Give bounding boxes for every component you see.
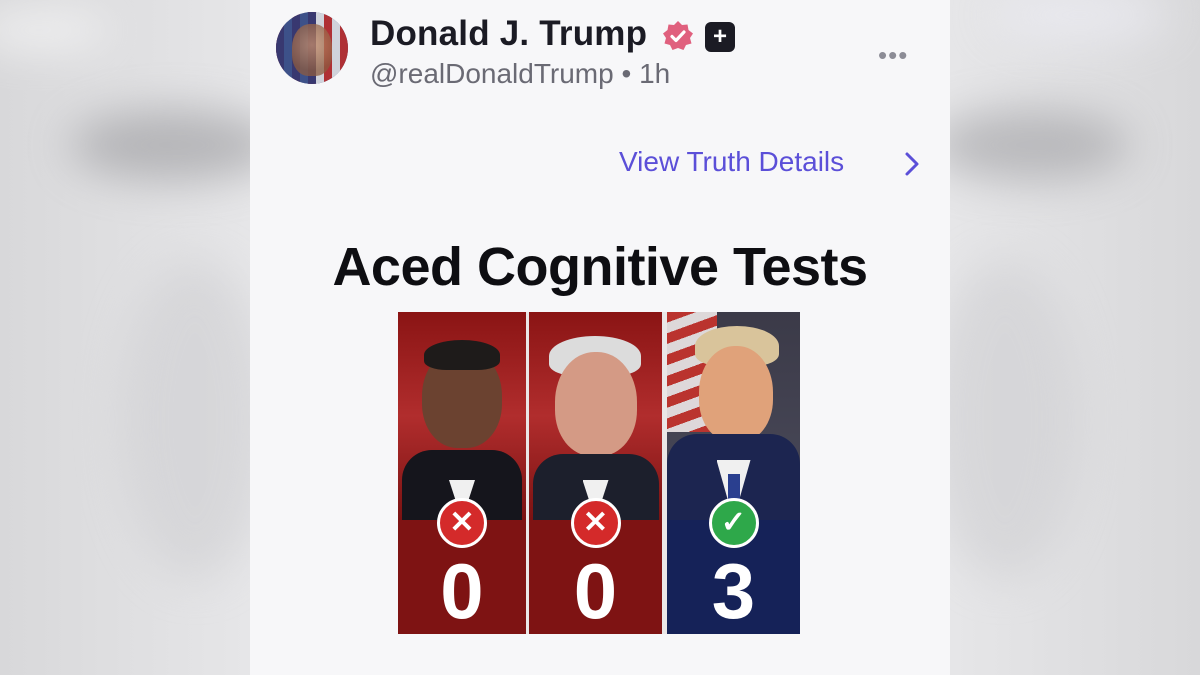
score-area: ✕ 0 [529, 498, 662, 634]
candidate-photo [398, 312, 526, 520]
fail-x-icon: ✕ [437, 498, 487, 548]
fail-x-icon: ✕ [570, 498, 621, 548]
score-area: ✓ 3 [667, 498, 800, 634]
separator-dot: • [621, 58, 640, 89]
score-value: 0 [440, 547, 484, 634]
score-value: 3 [711, 547, 756, 634]
avatar[interactable] [276, 12, 348, 84]
pass-check-icon: ✓ [708, 498, 759, 548]
author-handle[interactable]: @realDonaldTrump [370, 58, 614, 89]
post-graphic-title: Aced Cognitive Tests [332, 237, 868, 297]
post-time: 1h [639, 58, 671, 89]
candidate-card: ✓ 3 [667, 312, 800, 634]
view-truth-details-link[interactable]: View Truth Details [619, 146, 844, 178]
candidate-photo [529, 312, 662, 520]
candidate-card: ✕ 0 [529, 312, 662, 634]
post-panel: Donald J. Trump + @realDonaldTrump • 1h … [250, 0, 950, 675]
blurred-background-left [0, 0, 250, 675]
blurred-background-right [950, 0, 1200, 675]
author-name[interactable]: Donald J. Trump [370, 14, 647, 54]
chevron-right-icon[interactable] [902, 150, 922, 178]
candidate-photo [667, 312, 800, 520]
score-value: 0 [573, 547, 618, 634]
verified-badge-icon [663, 21, 693, 50]
post-image[interactable]: ✕ 0 ✕ 0 ✓ 3 [398, 312, 800, 634]
author-handle-line: @realDonaldTrump • 1h [370, 58, 670, 90]
more-options-icon[interactable]: ••• [878, 40, 908, 71]
candidate-card: ✕ 0 [398, 312, 526, 634]
score-area: ✕ 0 [398, 498, 526, 634]
plus-badge-icon: + [705, 22, 735, 52]
